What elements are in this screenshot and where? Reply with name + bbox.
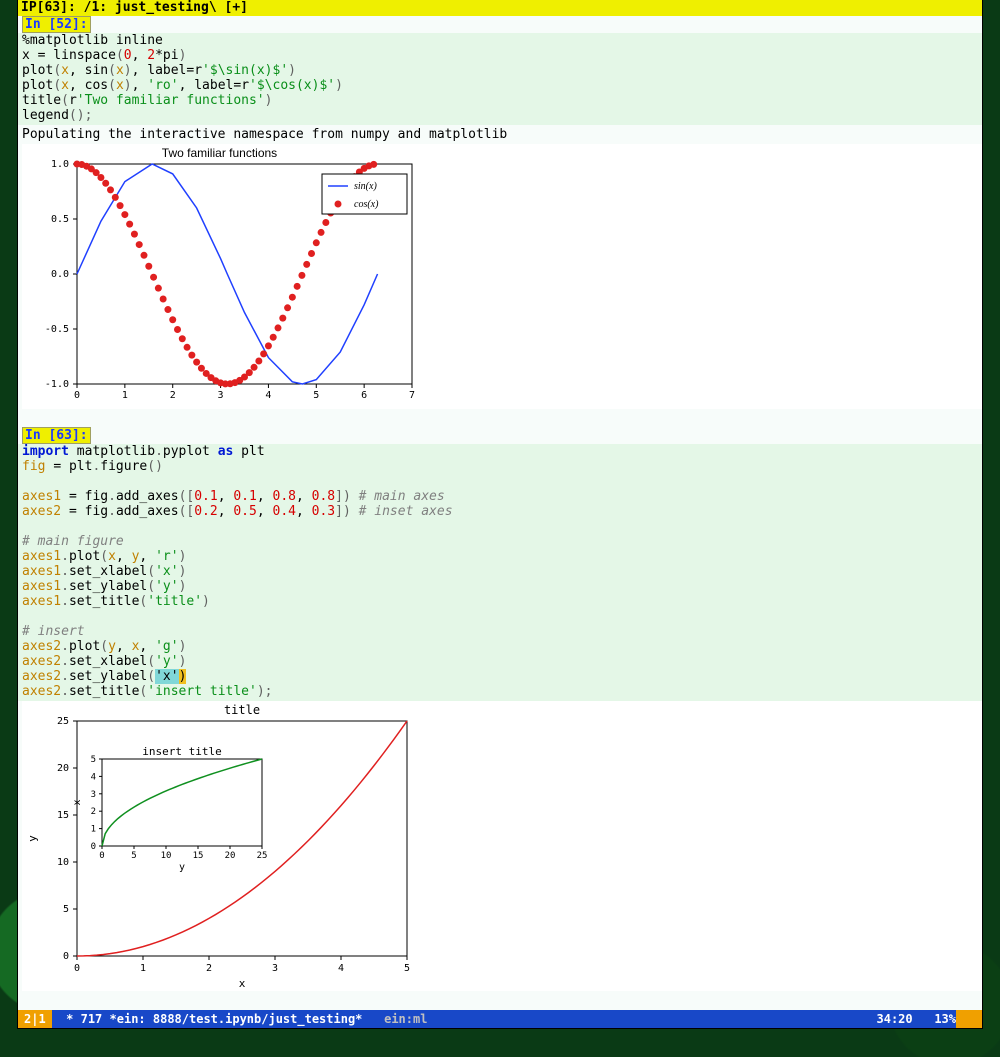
code-line: axes1.set_title('title') [22,594,210,609]
code-line: axes2 = fig.add_axes([0.2, 0.5, 0.4, 0.3… [22,504,453,519]
status-left-badge: 2|1 [18,1010,52,1028]
svg-text:0: 0 [99,851,104,861]
svg-text:5: 5 [63,904,69,915]
svg-text:5: 5 [404,963,410,974]
svg-text:x: x [239,977,246,990]
editor-window[interactable]: IP[63]: /1: just_testing\ [+] In [52]: %… [18,0,982,1028]
svg-text:25: 25 [57,716,69,727]
status-modified-indicator: * [66,1012,73,1026]
svg-text:-1.0: -1.0 [45,379,69,390]
chart-output-1: Two familiar functions 0 1 2 3 4 5 6 7 -1.0 -0.5 0.… [22,144,982,409]
stdout-output: Populating the interactive namespace fro… [18,125,982,144]
status-percent: 13% [934,1012,956,1026]
code-line: # main figure [22,534,124,549]
svg-text:20: 20 [57,763,69,774]
svg-text:0.0: 0.0 [51,269,69,280]
code-block[interactable]: %matplotlib inline x = linspace(0, 2*pi)… [18,33,982,125]
svg-text:1: 1 [122,390,128,401]
svg-text:6: 6 [361,390,367,401]
code-line: axes1.plot(x, y, 'r') [22,549,186,564]
svg-text:0: 0 [91,842,96,852]
svg-text:7: 7 [409,390,415,401]
chart-output-2: title0123450510152025xyinsert title05101… [22,701,982,991]
svg-text:20: 20 [225,851,236,861]
chart-title-inset: title0123450510152025xyinsert title05101… [22,701,422,991]
code-line: axes2.plot(y, x, 'g') [22,639,186,654]
code-line: plot(x, cos(x), 'ro', label=r'$\cos(x)$'… [22,78,343,93]
code-line: x = linspace(0, 2*pi) [22,48,186,63]
svg-text:10: 10 [161,851,172,861]
status-scroll-indicator [956,1010,982,1028]
cell-prompt: In [63]: [22,427,91,444]
svg-text:insert title: insert title [142,745,221,758]
svg-text:4: 4 [265,390,271,401]
code-line: title(r'Two familiar functions') [22,93,272,108]
code-line: axes1 = fig.add_axes([0.1, 0.1, 0.8, 0.8… [22,489,445,504]
svg-text:x: x [72,799,83,805]
code-line: axes2.set_ylabel('x') [22,669,186,684]
code-line: plot(x, sin(x), label=r'$\sin(x)$') [22,63,296,78]
status-mode: ein:ml [384,1012,427,1026]
svg-text:0: 0 [63,951,69,962]
svg-text:5: 5 [313,390,319,401]
svg-text:sin(x): sin(x) [354,181,377,192]
code-line: axes1.set_xlabel('x') [22,564,186,579]
cell-prompt: In [52]: [22,16,91,33]
svg-text:cos(x): cos(x) [354,199,379,210]
code-line: legend(); [22,108,92,123]
code-line: axes1.set_ylabel('y') [22,579,186,594]
svg-text:10: 10 [57,857,69,868]
status-line-number: 717 [81,1012,103,1026]
code-line: import matplotlib.pyplot as plt [22,444,265,459]
svg-text:4: 4 [338,963,344,974]
status-cursor-pos: 34:20 [877,1012,913,1026]
svg-text:25: 25 [257,851,268,861]
code-line: fig = plt.figure() [22,459,163,474]
svg-text:15: 15 [57,810,69,821]
svg-text:Two familiar functions: Two familiar functions [162,146,277,160]
code-line: axes2.set_title('insert title'); [22,684,272,699]
svg-text:0: 0 [74,963,80,974]
svg-text:0: 0 [74,390,80,401]
code-line: # insert [22,624,85,639]
svg-text:5: 5 [91,755,96,765]
notebook-cell-1[interactable]: In [52]: %matplotlib inline x = linspace… [18,16,982,409]
svg-text:15: 15 [193,851,204,861]
svg-text:1: 1 [140,963,146,974]
svg-text:-0.5: -0.5 [45,324,69,335]
svg-text:2: 2 [91,807,96,817]
code-line: %matplotlib inline [22,33,163,48]
svg-text:3: 3 [91,790,96,800]
svg-text:y: y [26,835,39,842]
svg-text:y: y [179,862,185,873]
code-block[interactable]: import matplotlib.pyplot as plt fig = pl… [18,444,982,701]
svg-text:1: 1 [91,825,96,835]
svg-text:0.5: 0.5 [51,214,69,225]
svg-text:1.0: 1.0 [51,159,69,170]
svg-text:3: 3 [272,963,278,974]
code-line: axes2.set_xlabel('y') [22,654,186,669]
chart-two-familiar-functions: Two familiar functions 0 1 2 3 4 5 6 7 -1.0 -0.5 0.… [22,144,417,409]
svg-text:5: 5 [131,851,136,861]
title-bar: IP[63]: /1: just_testing\ [+] [18,0,982,16]
status-buffer-name: *ein: 8888/test.ipynb/just_testing* [110,1012,363,1026]
svg-text:2: 2 [206,963,212,974]
svg-text:4: 4 [91,772,96,782]
svg-text:3: 3 [218,390,224,401]
svg-text:title: title [224,703,260,717]
status-bar: 2|1 * 717 *ein: 8888/test.ipynb/just_tes… [18,1010,982,1028]
notebook-cell-2[interactable]: In [63]: import matplotlib.pyplot as plt… [18,427,982,991]
svg-text:2: 2 [170,390,176,401]
